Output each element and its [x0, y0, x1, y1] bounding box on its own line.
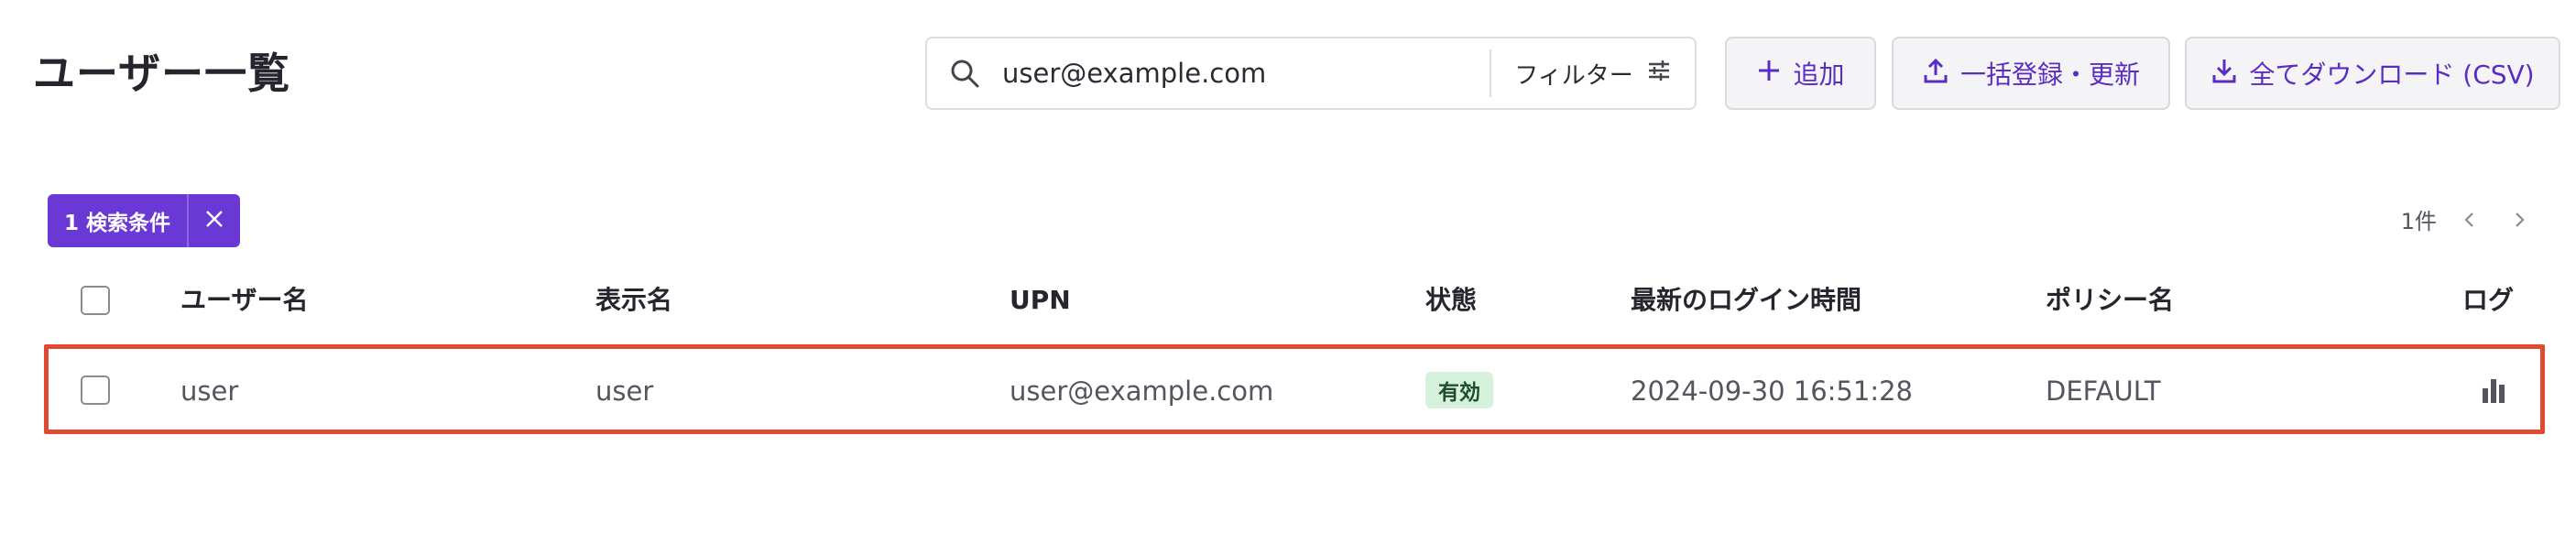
bulk-register-button[interactable]: 一括登録・更新 [1892, 37, 2170, 110]
page-title: ユーザー一覧 [33, 49, 291, 98]
filter-button[interactable]: フィルター [1491, 38, 1695, 108]
cell-upn: user@example.com [1010, 375, 1274, 407]
search-icon [927, 38, 1002, 108]
search-input[interactable] [1002, 38, 1490, 108]
close-icon [203, 208, 225, 234]
chevron-left-icon [2461, 211, 2479, 233]
cell-username[interactable]: user [180, 370, 238, 412]
filter-chip-label[interactable]: 1 検索条件 [48, 194, 188, 247]
status-badge: 有効 [1425, 372, 1493, 408]
bar-chart-icon[interactable] [2477, 374, 2510, 407]
cell-last-login: 2024-09-30 16:51:28 [1631, 375, 1913, 407]
download-csv-button[interactable]: 全てダウンロード (CSV) [2185, 37, 2560, 110]
cell-display-name: user [595, 375, 654, 407]
clear-filter-button[interactable] [189, 194, 241, 247]
next-page-button[interactable] [2501, 203, 2538, 240]
column-header-upn[interactable]: UPN [1010, 279, 1071, 321]
add-button[interactable]: 追加 [1725, 37, 1876, 110]
column-header-status[interactable]: 状態 [1425, 279, 1477, 321]
chevron-right-icon [2510, 211, 2528, 233]
user-list-page: ユーザー一覧 フィルター [0, 0, 2576, 555]
column-header-last-login[interactable]: 最新のログイン時間 [1631, 279, 1861, 321]
download-icon [2210, 57, 2238, 91]
column-header-policy[interactable]: ポリシー名 [2046, 279, 2174, 321]
filter-label: フィルター [1514, 61, 1633, 90]
filter-chip: 1 検索条件 [48, 194, 241, 247]
plus-icon [1756, 58, 1782, 90]
bulk-register-label: 一括登録・更新 [1959, 60, 2140, 90]
add-button-label: 追加 [1793, 60, 1845, 90]
column-header-log: ログ [2462, 285, 2515, 315]
previous-page-button[interactable] [2451, 203, 2488, 240]
table-row-highlight [44, 344, 2545, 434]
upload-icon [1922, 57, 1949, 91]
result-count: 1件 [2400, 209, 2437, 234]
filter-sliders-icon [1646, 58, 1672, 90]
search-box: フィルター [925, 37, 1697, 110]
download-csv-label: 全てダウンロード (CSV) [2249, 60, 2535, 90]
column-header-display-name[interactable]: 表示名 [595, 279, 672, 321]
select-all-checkbox[interactable] [81, 286, 110, 315]
column-header-username[interactable]: ユーザー名 [180, 279, 308, 321]
cell-policy: DEFAULT [2046, 375, 2161, 407]
row-checkbox[interactable] [81, 375, 110, 405]
